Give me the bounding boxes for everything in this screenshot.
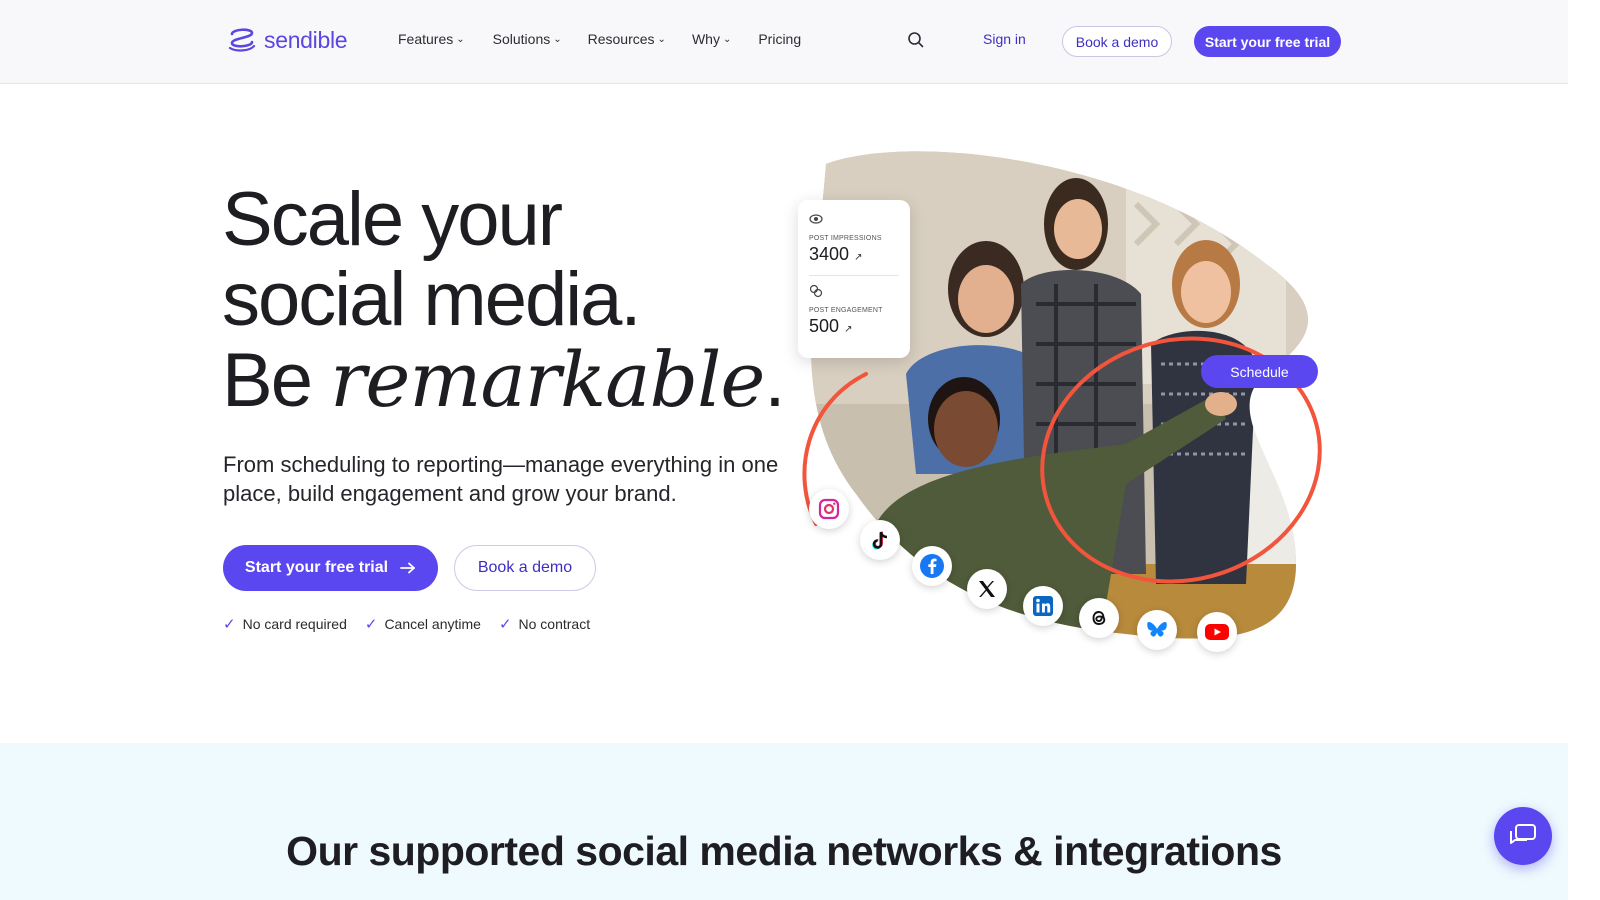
perks-list: ✓ No card required ✓ Cancel anytime ✓ No… xyxy=(223,615,590,633)
hero-title-period: . xyxy=(764,338,785,423)
impressions-value: 3400 ↗ xyxy=(809,244,899,265)
hero-title: Scale your social media. Be remarkable. xyxy=(222,177,786,424)
start-trial-button-header[interactable]: Start your free trial xyxy=(1194,26,1341,57)
engagement-value: 500 ↗ xyxy=(809,316,899,337)
stats-card: POST IMPRESSIONS 3400 ↗ POST ENGAGEMENT … xyxy=(798,200,910,358)
logo-mark-icon xyxy=(228,28,256,52)
impressions-label: POST IMPRESSIONS xyxy=(809,235,882,242)
check-icon: ✓ xyxy=(498,616,512,633)
nav-pricing-label: Pricing xyxy=(758,31,802,47)
bluesky-icon[interactable] xyxy=(1137,610,1177,650)
hero-title-emphasis: remarkable xyxy=(330,335,765,424)
nav-solutions[interactable]: Solutions ⌄ xyxy=(493,31,562,47)
nav-why-label: Why xyxy=(691,31,720,47)
chevron-down-icon: ⌄ xyxy=(553,33,562,45)
perk-item: ✓ Cancel anytime xyxy=(365,615,481,633)
check-icon: ✓ xyxy=(364,616,378,633)
main-nav: Features ⌄ Solutions ⌄ Resources ⌄ Why ⌄ Pri… xyxy=(398,31,801,47)
engagement-label: POST ENGAGEMENT xyxy=(809,307,883,314)
book-demo-button-header[interactable]: Book a demo xyxy=(1062,26,1172,57)
impressions-number: 3400 xyxy=(809,244,850,264)
chevron-down-icon: ⌄ xyxy=(657,33,666,45)
engagement-icon xyxy=(809,284,823,298)
hero-subtitle: From scheduling to reporting—manage ever… xyxy=(223,452,779,506)
check-icon: ✓ xyxy=(223,616,236,633)
chevron-down-icon: ⌄ xyxy=(722,33,732,45)
linkedin-icon[interactable] xyxy=(1023,586,1063,626)
start-trial-label: Start your free trial xyxy=(244,559,389,576)
nav-resources-label: Resources xyxy=(587,31,655,47)
chevron-down-icon: ⌄ xyxy=(456,33,465,45)
search-button[interactable] xyxy=(906,30,928,52)
book-demo-button[interactable]: Book a demo xyxy=(454,545,596,591)
site-header: sendible Features ⌄ Solutions ⌄ Resources ⌄… xyxy=(0,0,1568,84)
perk-label: No card required xyxy=(242,616,347,632)
threads-icon[interactable] xyxy=(1079,598,1119,638)
hero-title-line2: social media. xyxy=(222,257,642,342)
perk-label: No contract xyxy=(518,616,591,632)
perk-label: Cancel anytime xyxy=(384,616,481,632)
engagement-number: 500 xyxy=(809,316,840,336)
arrow-right-icon xyxy=(400,562,415,574)
nav-pricing[interactable]: Pricing xyxy=(758,31,801,47)
search-icon xyxy=(908,32,924,48)
trend-up-icon: ↗ xyxy=(844,324,853,335)
hero-title-line1: Scale your xyxy=(222,177,563,262)
x-icon[interactable] xyxy=(967,569,1007,609)
instagram-icon[interactable] xyxy=(809,489,849,529)
hero-title-line3: Be xyxy=(222,338,331,423)
sign-in-link[interactable]: Sign in xyxy=(983,31,1026,47)
stat-divider xyxy=(809,275,899,276)
tiktok-icon[interactable] xyxy=(860,520,900,560)
chat-button[interactable] xyxy=(1494,807,1552,865)
logo-text: sendible xyxy=(264,26,348,53)
trend-up-icon: ↗ xyxy=(854,252,863,263)
integrations-title: Our supported social media networks & in… xyxy=(286,828,1282,874)
perk-item: ✓ No card required xyxy=(223,615,347,633)
start-trial-button[interactable]: Start your free trial xyxy=(223,545,438,591)
chat-icon xyxy=(1510,824,1536,844)
perk-item: ✓ No contract xyxy=(499,615,590,633)
sendible-logo[interactable]: sendible xyxy=(226,26,348,54)
nav-why[interactable]: Why ⌄ xyxy=(692,31,731,47)
nav-resources[interactable]: Resources ⌄ xyxy=(588,31,666,47)
nav-solutions-label: Solutions xyxy=(492,31,551,47)
nav-features[interactable]: Features ⌄ xyxy=(398,31,465,47)
integrations-section xyxy=(0,743,1568,900)
nav-features-label: Features xyxy=(398,31,454,47)
schedule-pill: Schedule xyxy=(1201,355,1318,388)
eye-icon xyxy=(809,214,823,224)
youtube-icon[interactable] xyxy=(1197,612,1237,652)
facebook-icon[interactable] xyxy=(912,546,952,586)
